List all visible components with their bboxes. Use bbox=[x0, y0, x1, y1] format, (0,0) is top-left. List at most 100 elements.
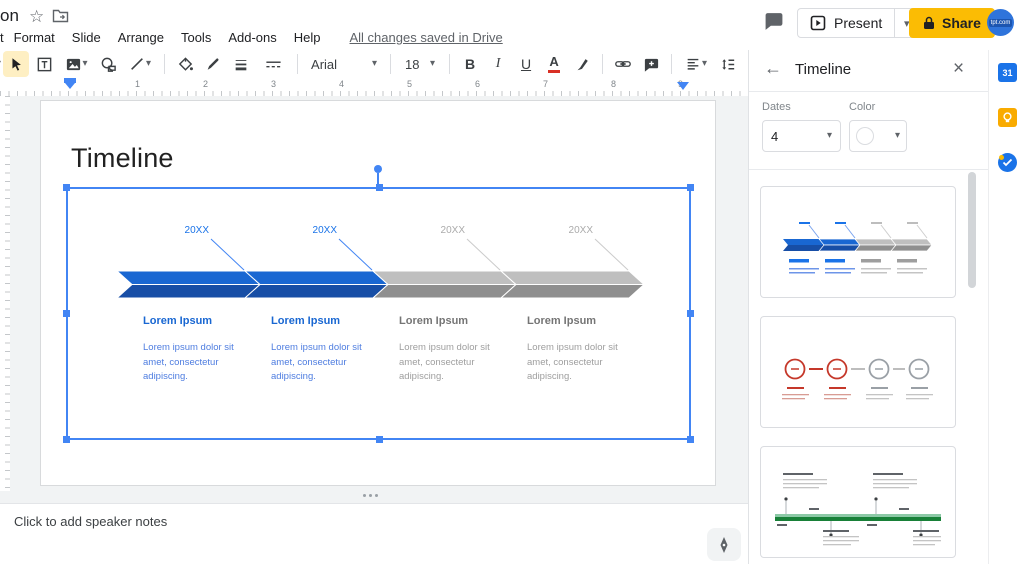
ruler-number: 1 bbox=[135, 79, 140, 89]
selection-handle-s[interactable] bbox=[376, 436, 383, 443]
slide-title[interactable]: Timeline bbox=[71, 143, 174, 174]
border-dash-button[interactable] bbox=[256, 51, 290, 77]
add-comment-icon bbox=[643, 56, 660, 73]
text-color-button[interactable]: A bbox=[541, 51, 567, 77]
underline-button[interactable]: U bbox=[513, 51, 539, 77]
panel-divider bbox=[749, 169, 988, 170]
vertical-ruler bbox=[0, 96, 10, 491]
line-spacing-button[interactable] bbox=[715, 51, 741, 77]
tasks-icon[interactable] bbox=[998, 153, 1017, 172]
toolbar-divider bbox=[449, 54, 450, 74]
menu-tools[interactable]: Tools bbox=[181, 30, 211, 45]
indent-marker-left[interactable] bbox=[64, 78, 76, 83]
underline-icon: U bbox=[521, 56, 531, 72]
highlight-color-button[interactable] bbox=[569, 51, 595, 77]
indent-marker-right[interactable] bbox=[677, 82, 689, 96]
close-icon[interactable]: × bbox=[953, 58, 964, 80]
comment-icon bbox=[763, 11, 785, 32]
explore-button[interactable] bbox=[707, 528, 741, 561]
move-folder-icon[interactable] bbox=[52, 9, 69, 28]
comments-button[interactable] bbox=[763, 11, 785, 37]
star-icon[interactable]: ☆ bbox=[29, 7, 44, 27]
selection-handle-w[interactable] bbox=[63, 310, 70, 317]
bold-button[interactable]: B bbox=[457, 51, 483, 77]
bold-icon: B bbox=[465, 56, 475, 72]
selection-handle-nw[interactable] bbox=[63, 184, 70, 191]
selection-box[interactable] bbox=[66, 187, 691, 440]
selection-handle-n[interactable] bbox=[376, 184, 383, 191]
template-thumbnail-green-bar[interactable] bbox=[760, 446, 956, 558]
template-thumbnail-circles[interactable] bbox=[760, 316, 956, 428]
fill-color-icon bbox=[177, 56, 194, 73]
menu-slide[interactable]: Slide bbox=[72, 30, 101, 45]
caret-down-icon: ▾ bbox=[83, 59, 88, 69]
insert-image-button[interactable]: ▾ bbox=[59, 51, 93, 77]
toolbar: ▾ ▾ ▾ Arial bbox=[0, 50, 748, 78]
caret-down-icon: ▾ bbox=[827, 131, 832, 141]
dates-select[interactable]: 4 ▾ bbox=[762, 120, 841, 152]
align-left-icon bbox=[685, 56, 701, 72]
insert-line-button[interactable]: ▾ bbox=[123, 51, 157, 77]
fill-color-button[interactable] bbox=[172, 51, 198, 77]
account-avatar[interactable]: tpt.com bbox=[987, 9, 1014, 36]
ruler-number: 7 bbox=[543, 79, 548, 89]
panel-header: ← Timeline × bbox=[749, 50, 988, 92]
color-label: Color bbox=[849, 101, 875, 113]
selection-handle-se[interactable] bbox=[687, 436, 694, 443]
image-icon bbox=[65, 56, 82, 73]
speaker-notes-input[interactable]: Click to add speaker notes bbox=[14, 514, 167, 529]
avatar-label: tpt.com bbox=[989, 19, 1013, 27]
explore-icon bbox=[716, 536, 732, 554]
add-comment-button[interactable] bbox=[638, 51, 664, 77]
caret-down-icon: ▾ bbox=[895, 131, 900, 141]
border-weight-button[interactable] bbox=[228, 51, 254, 77]
selection-handle-ne[interactable] bbox=[687, 184, 694, 191]
template-thumbnail-chevron[interactable] bbox=[760, 186, 956, 298]
notes-resize-handle[interactable] bbox=[363, 494, 378, 497]
align-button[interactable]: ▾ bbox=[679, 51, 713, 77]
back-arrow-icon[interactable]: ← bbox=[764, 58, 782, 79]
circle-timeline-preview bbox=[761, 317, 955, 427]
text-box-icon bbox=[36, 56, 53, 73]
color-select[interactable]: ▾ bbox=[849, 120, 907, 152]
border-color-button[interactable] bbox=[200, 51, 226, 77]
share-button[interactable]: Share bbox=[909, 8, 995, 38]
select-tool-button[interactable] bbox=[3, 51, 29, 77]
line-weight-icon bbox=[233, 56, 249, 72]
toolbar-divider bbox=[602, 54, 603, 74]
keep-icon[interactable] bbox=[998, 108, 1017, 127]
font-family-value: Arial bbox=[311, 57, 337, 72]
insert-link-button[interactable] bbox=[610, 51, 636, 77]
cursor-icon bbox=[8, 56, 24, 72]
text-box-button[interactable] bbox=[31, 51, 57, 77]
line-dash-icon bbox=[264, 56, 283, 72]
chevron-timeline-preview bbox=[761, 187, 955, 297]
present-button[interactable]: Present bbox=[798, 9, 894, 37]
menu-item-clipped[interactable]: t bbox=[0, 30, 4, 45]
menu-addons[interactable]: Add-ons bbox=[228, 30, 276, 45]
font-family-select[interactable]: Arial ▾ bbox=[305, 51, 383, 77]
selection-handle-sw[interactable] bbox=[63, 436, 70, 443]
selection-handle-e[interactable] bbox=[687, 310, 694, 317]
panel-scrollbar[interactable] bbox=[968, 172, 976, 288]
link-icon bbox=[614, 55, 632, 73]
dates-value: 4 bbox=[771, 129, 778, 144]
insert-shape-button[interactable] bbox=[95, 51, 121, 77]
ruler-number: 6 bbox=[475, 79, 480, 89]
lock-icon bbox=[923, 16, 935, 30]
zoom-dropdown-clipped[interactable]: ▾ bbox=[0, 59, 1, 69]
italic-button[interactable]: I bbox=[485, 51, 511, 77]
menu-format[interactable]: Format bbox=[14, 30, 55, 45]
shape-icon bbox=[100, 56, 117, 73]
menu-arrange[interactable]: Arrange bbox=[118, 30, 164, 45]
slide-canvas[interactable]: Timeline 20XX 20XX bbox=[40, 100, 716, 486]
calendar-icon[interactable]: 31 bbox=[998, 63, 1017, 82]
menu-help[interactable]: Help bbox=[294, 30, 321, 45]
save-status[interactable]: All changes saved in Drive bbox=[350, 30, 503, 45]
font-size-select[interactable]: 18 ▾ bbox=[398, 51, 442, 77]
rotation-handle[interactable] bbox=[374, 165, 382, 173]
present-label: Present bbox=[834, 15, 882, 31]
doc-title[interactable]: on bbox=[0, 6, 19, 26]
text-color-icon: A bbox=[548, 55, 559, 72]
toolbar-divider bbox=[671, 54, 672, 74]
